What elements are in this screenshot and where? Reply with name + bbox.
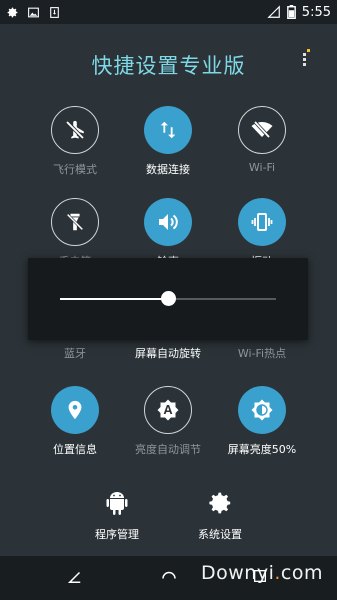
system-settings-label: 系统设置: [198, 528, 242, 541]
tile-label: 屏幕亮度50%: [227, 443, 297, 456]
location-icon: [51, 386, 99, 434]
tile-data-connection[interactable]: 数据连接: [121, 106, 215, 177]
app-manager-label: 程序管理: [95, 528, 139, 541]
home-icon[interactable]: [160, 568, 178, 590]
app-manager-button[interactable]: 程序管理: [77, 490, 157, 542]
tile-brightness[interactable]: 屏幕亮度50%: [215, 386, 309, 457]
tile-label: 数据连接: [146, 163, 190, 176]
status-bar: 5:55: [0, 0, 337, 24]
image-icon: [27, 6, 40, 19]
battery-icon: [286, 5, 296, 19]
brightness-slider-thumb[interactable]: [160, 291, 176, 306]
tile-label: Wi-Fi: [248, 161, 276, 174]
tile-label: Wi-Fi热点: [237, 347, 287, 360]
gear-icon: [207, 492, 233, 520]
brightness-icon: [238, 386, 286, 434]
brightness-slider-fill: [60, 298, 168, 300]
auto-brightness-icon: [144, 386, 192, 434]
tile-label: 蓝牙: [64, 347, 86, 360]
watermark: Downyi.com: [201, 562, 323, 584]
android-icon: [105, 492, 129, 520]
wifi-off-icon: [238, 106, 286, 154]
data-transfer-icon: [144, 106, 192, 154]
back-icon[interactable]: [66, 568, 84, 590]
clock: 5:55: [301, 4, 331, 20]
airplane-off-icon: [51, 106, 99, 154]
app-title: 快捷设置专业版: [91, 54, 246, 78]
tile-label: 位置信息: [53, 443, 97, 456]
tile-airplane-mode[interactable]: 飞行模式: [28, 106, 122, 177]
vibrate-icon: [238, 198, 286, 246]
volume-icon: [144, 198, 192, 246]
watermark-suffix: com: [280, 562, 323, 584]
tile-label: 亮度自动调节: [135, 443, 201, 456]
tile-label: 飞行模式: [53, 163, 97, 176]
overflow-menu-icon[interactable]: [301, 48, 311, 68]
tile-wifi[interactable]: Wi-Fi: [215, 106, 309, 174]
gear-icon: [6, 6, 19, 19]
system-settings-button[interactable]: 系统设置: [180, 490, 260, 542]
tile-label: 屏幕自动旋转: [135, 347, 201, 360]
tile-auto-brightness[interactable]: 亮度自动调节: [121, 386, 215, 457]
brightness-slider-panel: [28, 258, 308, 340]
download-icon: [48, 6, 61, 19]
tile-location[interactable]: 位置信息: [28, 386, 122, 457]
flashlight-off-icon: [51, 198, 99, 246]
watermark-prefix: Downyi: [201, 562, 275, 584]
signal-icon: [267, 5, 281, 19]
